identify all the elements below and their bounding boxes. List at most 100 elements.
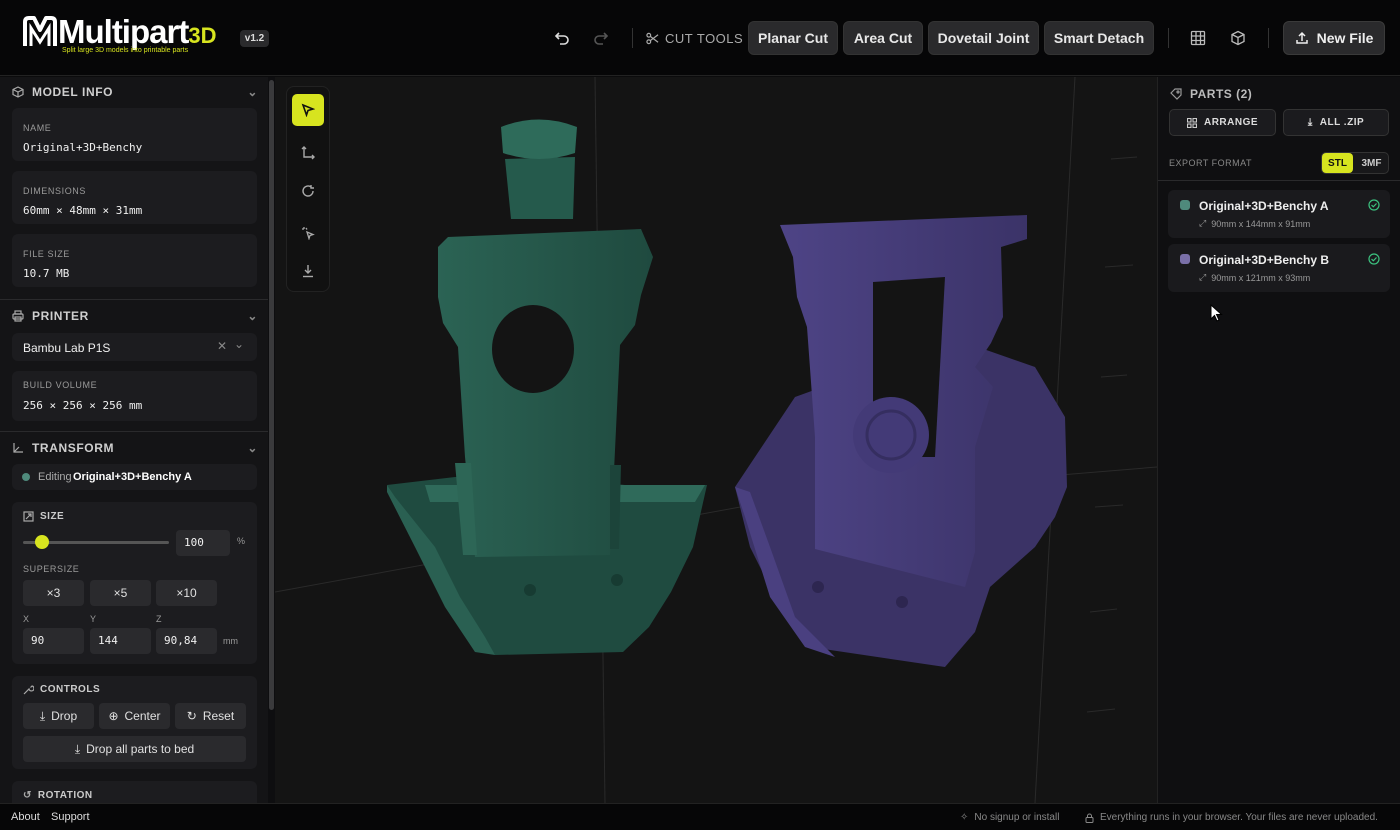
sidebar-scroll-thumb[interactable] [269,80,274,710]
drop-to-bed-tool[interactable] [292,255,324,287]
dimensions-card: DIMENSIONS 60mm × 48mm × 31mm [12,171,257,224]
supersize-3-button[interactable]: ×3 [23,580,84,606]
lock-icon [1085,813,1094,823]
x-input[interactable]: 90 [23,628,84,654]
cut-tools-label: CUT TOOLS [646,31,743,46]
controls-header: CONTROLS [23,684,100,695]
build-volume-value: 256 × 256 × 256 mm [23,399,143,412]
select-region-tool[interactable] [292,217,324,249]
sparkle-icon: ✧ [960,812,969,823]
viewport-toolbar [286,86,330,292]
check-circle-icon [1368,253,1380,265]
file-size-card: FILE SIZE 10.7 MB [12,234,257,287]
footer-note-signup: ✧ No signup or install [960,812,1060,823]
transform-header[interactable]: TRANSFORM ⌄ [12,438,258,458]
move-axis-icon [301,146,315,160]
part-a-mesh[interactable] [387,119,707,656]
new-file-button[interactable]: New File [1283,21,1385,55]
part-name: Original+3D+Benchy B [1199,253,1330,267]
check-circle-icon [1368,199,1380,211]
upload-icon [1295,31,1308,44]
section-divider [0,431,268,432]
rotation-header[interactable]: ↺ ROTATION [23,790,93,801]
export-format-label: EXPORT FORMAT [1169,158,1253,168]
reset-button[interactable]: ↻ Reset [175,703,246,729]
scene-canvas[interactable] [275,77,1157,803]
y-input[interactable]: 144 [90,628,151,654]
support-link[interactable]: Support [51,811,90,823]
drop-all-button[interactable]: ⤓ Drop all parts to bed [23,736,246,762]
format-3mf-option[interactable]: 3MF [1355,153,1388,173]
printer-selected: Bambu Lab P1S [23,341,111,355]
grid-icon[interactable] [1187,27,1209,49]
logo-subtitle: Split large 3D models into printable par… [62,47,189,54]
part-list-item[interactable]: Original+3D+Benchy B ⤢ 90mm x 121mm x 93m… [1168,244,1390,292]
resize-icon: ⤢ [1199,272,1207,282]
undo-icon[interactable] [551,27,573,49]
dimensions-value: 60mm × 48mm × 31mm [23,204,143,217]
left-sidebar: MODEL INFO ⌄ NAME Original+3D+Benchy DIM… [0,77,268,803]
app-logo[interactable]: Multipart3D Split large 3D models into p… [22,14,216,60]
top-bar: Multipart3D Split large 3D models into p… [0,0,1400,76]
clear-icon[interactable]: ✕ [217,339,227,353]
editing-prefix: Editing [38,471,72,483]
rotate-tool[interactable] [292,175,324,207]
header-divider [632,28,633,48]
select-tool[interactable] [292,94,324,126]
printer-select[interactable]: Bambu Lab P1S ✕ ⌄ [12,333,257,361]
y-label: Y [90,614,97,624]
part-b-mesh[interactable] [735,215,1067,667]
editing-indicator: Editing Original+3D+Benchy A [12,464,257,490]
size-unit: % [237,536,246,546]
cube-view-icon[interactable] [1227,27,1249,49]
build-volume-label: BUILD VOLUME [23,380,98,390]
file-size-label: FILE SIZE [23,249,70,259]
header-divider [1168,28,1169,48]
footer: About Support ✧ No signup or install Ever… [0,803,1400,830]
version-badge: v1.2 [240,30,269,47]
x-label: X [23,614,30,624]
rotate-icon: ↺ [23,790,32,801]
move-tool[interactable] [292,137,324,169]
planar-cut-button[interactable]: Planar Cut [748,21,838,55]
download-icon: ⤓ [74,741,81,756]
parts-panel: PARTS (2) ARRANGE ⤓ ALL .ZIP EXPORT FORM… [1157,77,1400,803]
dovetail-joint-button[interactable]: Dovetail Joint [928,21,1039,55]
section-divider [1158,180,1400,181]
chevron-down-icon[interactable]: ⌄ [234,337,244,351]
supersize-5-button[interactable]: ×5 [90,580,151,606]
format-stl-option[interactable]: STL [1322,153,1353,173]
redo-icon[interactable] [590,27,612,49]
resize-icon [23,511,34,522]
part-list-item[interactable]: Original+3D+Benchy A ⤢ 90mm x 144mm x 91m… [1168,190,1390,238]
chevron-down-icon: ⌄ [247,309,258,323]
model-name: Original+3D+Benchy [23,141,143,154]
size-header: SIZE [23,511,64,522]
printer-icon [12,310,24,322]
size-card: SIZE 100 % SUPERSIZE ×3 ×5 ×10 X Y Z 90 … [12,502,257,664]
grid-small-icon [1186,117,1197,128]
download-all-zip-button[interactable]: ⤓ ALL .ZIP [1283,109,1389,136]
arrange-button[interactable]: ARRANGE [1169,109,1276,136]
3d-viewport[interactable] [275,77,1157,803]
supersize-10-button[interactable]: ×10 [156,580,217,606]
size-slider-thumb[interactable] [34,535,49,549]
printer-header[interactable]: PRINTER ⌄ [12,306,258,326]
rotate-icon [302,185,314,197]
part-color-dot [1180,200,1190,210]
drop-button[interactable]: ⤓ Drop [23,703,94,729]
file-size-value: 10.7 MB [23,267,70,280]
about-link[interactable]: About [11,811,40,823]
center-button[interactable]: ⊕ Center [99,703,170,729]
parts-icon [1170,88,1182,100]
crosshair-icon: ⊕ [108,709,119,723]
size-input[interactable]: 100 [176,530,230,556]
model-info-header[interactable]: MODEL INFO ⌄ [12,82,258,102]
axis-icon [13,443,23,453]
resize-icon: ⤢ [1199,218,1207,228]
chevron-down-icon: ⌄ [247,85,258,99]
z-input[interactable]: 90,84 [156,628,217,654]
mouse-cursor-icon [1210,304,1223,322]
area-cut-button[interactable]: Area Cut [843,21,923,55]
smart-detach-button[interactable]: Smart Detach [1044,21,1154,55]
